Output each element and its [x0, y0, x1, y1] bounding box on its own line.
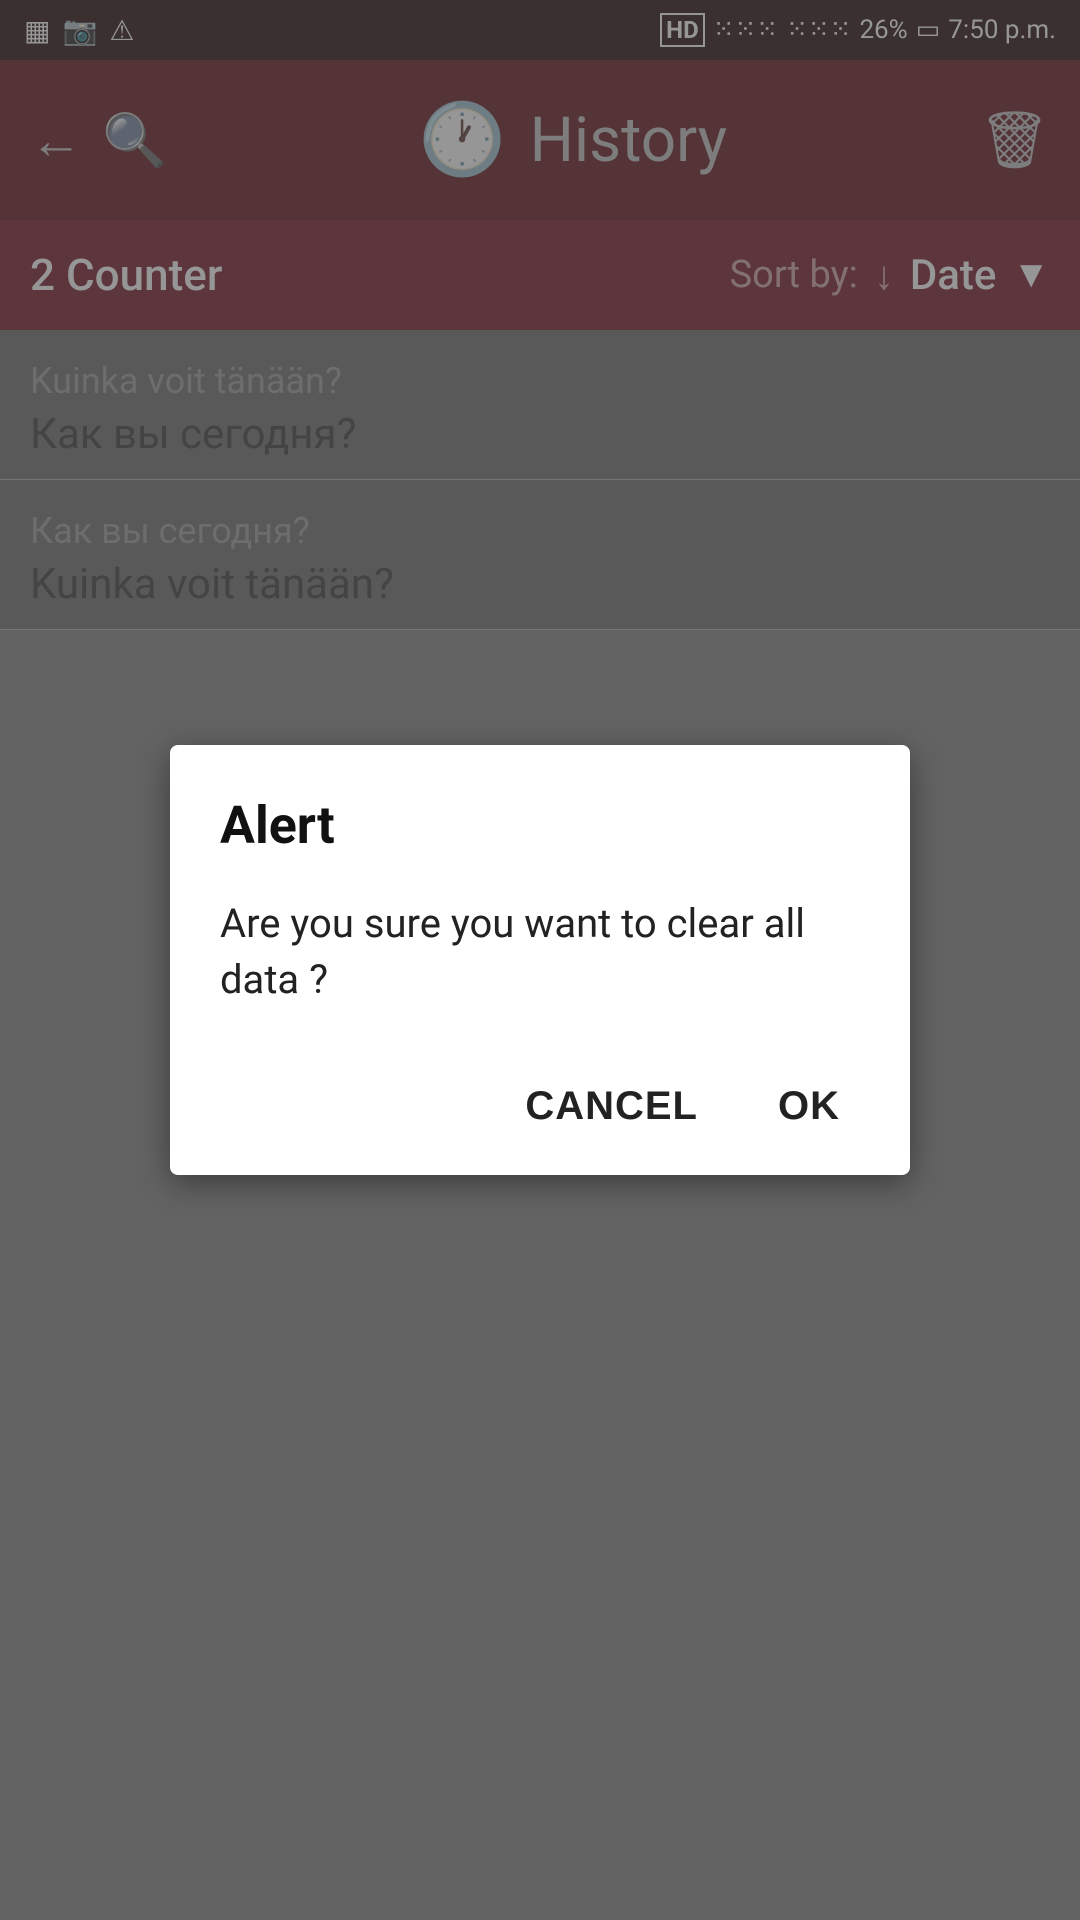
- ok-button[interactable]: OK: [758, 1068, 860, 1145]
- dialog-overlay: Alert Are you sure you want to clear all…: [0, 0, 1080, 1920]
- dialog-message: Are you sure you want to clear all data …: [220, 896, 860, 1008]
- cancel-button[interactable]: CANCEL: [505, 1068, 718, 1145]
- alert-dialog: Alert Are you sure you want to clear all…: [170, 745, 910, 1175]
- dialog-title: Alert: [220, 795, 860, 856]
- dialog-buttons: CANCEL OK: [220, 1058, 860, 1145]
